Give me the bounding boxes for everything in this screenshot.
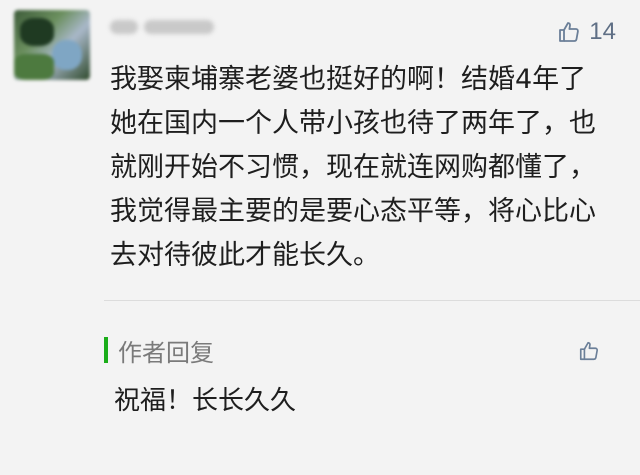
divider: [104, 300, 640, 301]
author-reply-text: 祝福！长长久久: [114, 386, 297, 416]
thumbs-up-icon[interactable]: [578, 340, 600, 362]
avatar-shape: [52, 40, 82, 70]
avatar-shape: [14, 54, 54, 80]
author-reply-label: 作者回复: [118, 338, 214, 367]
like-count: 14: [589, 18, 616, 45]
username-blurred[interactable]: [110, 14, 220, 40]
username-blur: [110, 20, 138, 34]
comment-like[interactable]: 14: [557, 18, 616, 46]
comment-card: 14 我娶柬埔寨老婆也挺好的啊！结婚4年了她在国内一个人带小孩也待了两年了，也就…: [0, 0, 640, 475]
user-avatar[interactable]: [14, 10, 90, 80]
comment-text: 我娶柬埔寨老婆也挺好的啊！结婚4年了她在国内一个人带小孩也待了两年了，也就刚开始…: [110, 64, 596, 271]
reply-accent-bar: [104, 337, 108, 363]
author-reply-header: 作者回复: [104, 334, 640, 367]
username-blur: [144, 20, 214, 34]
author-reply: 作者回复: [104, 334, 640, 367]
thumbs-up-icon[interactable]: [557, 20, 581, 44]
avatar-shape: [20, 18, 54, 46]
